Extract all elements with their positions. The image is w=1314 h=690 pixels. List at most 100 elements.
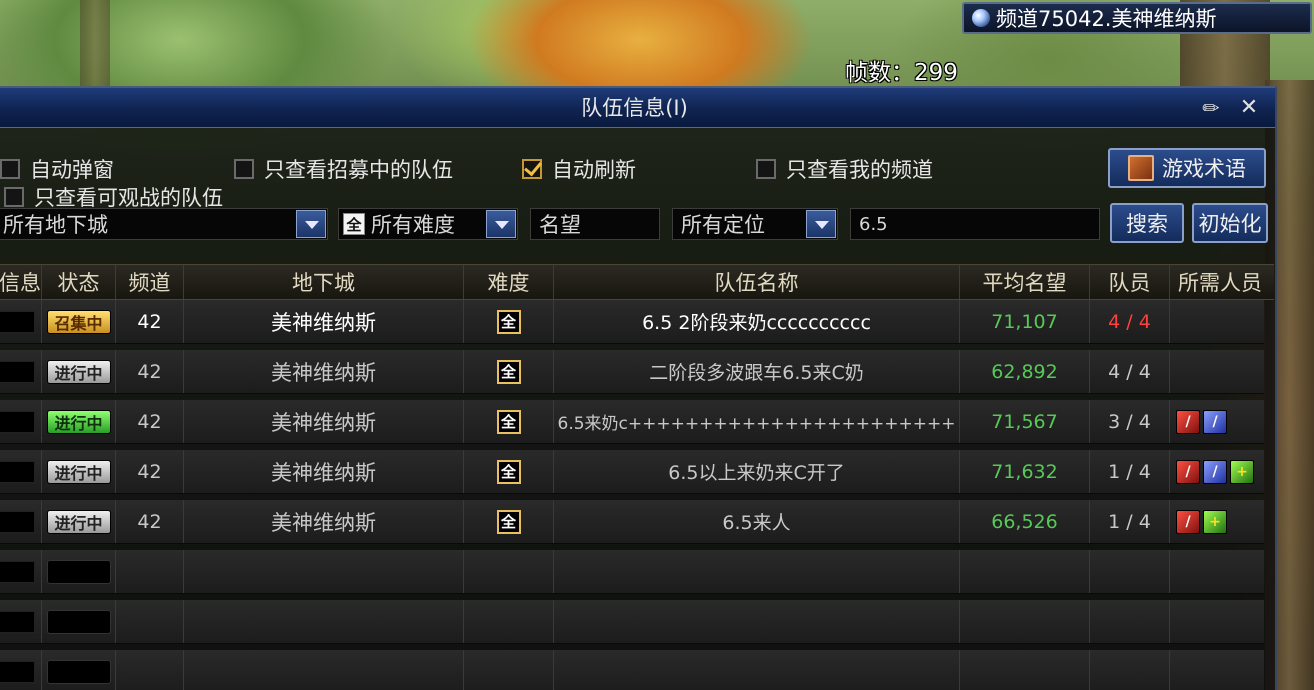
difficulty-all-icon: 全 <box>343 213 365 235</box>
col-required[interactable]: 所需人员 <box>1170 265 1270 299</box>
members-cell: 4 / 4 <box>1090 300 1170 343</box>
difficulty-select[interactable]: 全 所有难度 <box>338 208 518 240</box>
info-slot <box>0 460 35 483</box>
sword-red-icon: / <box>1176 459 1200 484</box>
reputation-cell: 66,526 <box>960 500 1090 543</box>
required-cell: / / <box>1170 400 1264 443</box>
table-header: 信息 状态 频道 地下城 难度 队伍名称 平均名望 队员 所需人员 <box>0 264 1274 300</box>
required-cell <box>1170 300 1264 343</box>
glossary-label: 游戏术语 <box>1162 157 1246 181</box>
status-badge: 进行中 <box>46 359 111 384</box>
status-empty <box>46 559 111 584</box>
dungeon-cell: 美神维纳斯 <box>184 500 464 543</box>
difficulty-all-icon: 全 <box>496 359 521 384</box>
status-badge: 进行中 <box>46 459 111 484</box>
role-select-value: 所有定位 <box>681 213 765 237</box>
sword-red-icon: / <box>1176 409 1200 434</box>
table-row[interactable]: 召集中 42 美神维纳斯 全 6.5 2阶段来奶cccccccccc 71,10… <box>0 300 1264 344</box>
status-empty <box>46 659 111 684</box>
book-icon <box>1128 155 1154 181</box>
table-row[interactable]: 进行中 42 美神维纳斯 全 6.5以上来奶来C开了 71,632 1 / 4 … <box>0 450 1264 494</box>
sword-blue-icon: / <box>1203 409 1227 434</box>
info-slot <box>0 310 35 333</box>
sword-red-icon: / <box>1176 509 1200 534</box>
difficulty-all-icon: 全 <box>496 409 521 434</box>
difficulty-all-icon: 全 <box>496 509 521 534</box>
table-row[interactable]: 进行中 42 美神维纳斯 全 6.5来奶c+++++++++++++++++++… <box>0 400 1264 444</box>
reputation-cell: 71,632 <box>960 450 1090 493</box>
empty-row <box>0 600 1264 644</box>
col-avg-reputation[interactable]: 平均名望 <box>960 265 1090 299</box>
auto-refresh-label: 自动刷新 <box>552 158 636 182</box>
channel-indicator[interactable]: 频道75042.美神维纳斯 <box>962 2 1312 34</box>
window-title-bar[interactable]: 队伍信息(I) ✎ ✕ <box>0 88 1275 128</box>
checkbox-box[interactable] <box>756 159 776 179</box>
keyword-input[interactable]: 6.5 <box>850 208 1100 240</box>
empty-row <box>0 550 1264 594</box>
status-badge: 召集中 <box>46 309 111 334</box>
dungeon-cell: 美神维纳斯 <box>184 350 464 393</box>
party-name-cell: 6.5以上来奶来C开了 <box>554 450 960 493</box>
auto-popup-checkbox[interactable]: 自动弹窗 <box>0 154 114 184</box>
reputation-placeholder: 名望 <box>539 213 581 237</box>
col-status[interactable]: 状态 <box>42 265 116 299</box>
status-empty <box>46 609 111 634</box>
sword-blue-icon: / <box>1203 459 1227 484</box>
cross-green-icon: + <box>1230 459 1254 484</box>
chevron-down-icon[interactable] <box>806 210 836 238</box>
auto-popup-label: 自动弹窗 <box>30 158 114 182</box>
channel-cell: 42 <box>116 450 184 493</box>
only-my-channel-label: 只查看我的频道 <box>786 158 933 182</box>
required-cell: / + <box>1170 500 1264 543</box>
chevron-down-icon[interactable] <box>486 210 516 238</box>
info-slot <box>0 410 35 433</box>
reputation-input[interactable]: 名望 <box>530 208 660 240</box>
search-button[interactable]: 搜索 <box>1110 203 1184 243</box>
info-slot <box>0 610 35 633</box>
reset-button[interactable]: 初始化 <box>1192 203 1268 243</box>
checkbox-box[interactable] <box>0 159 20 179</box>
glossary-button[interactable]: 游戏术语 <box>1108 148 1266 188</box>
table-row[interactable]: 进行中 42 美神维纳斯 全 6.5来人 66,526 1 / 4 / + <box>0 500 1264 544</box>
auto-refresh-checkbox[interactable]: 自动刷新 <box>522 154 636 184</box>
channel-name: 频道75042.美神维纳斯 <box>996 7 1217 31</box>
dungeon-cell: 美神维纳斯 <box>184 400 464 443</box>
fps-counter: 帧数：299 <box>845 60 958 86</box>
cross-green-icon: + <box>1203 509 1227 534</box>
window-title: 队伍信息(I) <box>581 96 688 120</box>
close-icon[interactable]: ✕ <box>1237 96 1261 120</box>
chevron-down-icon[interactable] <box>296 210 326 238</box>
only-recruiting-checkbox[interactable]: 只查看招募中的队伍 <box>234 154 453 184</box>
channel-cell: 42 <box>116 400 184 443</box>
channel-orb-icon <box>972 9 990 27</box>
col-channel[interactable]: 频道 <box>116 265 184 299</box>
checkbox-box[interactable] <box>234 159 254 179</box>
dungeon-select[interactable]: 所有地下城 <box>0 208 328 240</box>
channel-cell: 42 <box>116 350 184 393</box>
role-select[interactable]: 所有定位 <box>672 208 838 240</box>
checkbox-checked[interactable] <box>522 159 542 179</box>
reputation-cell: 62,892 <box>960 350 1090 393</box>
members-cell: 1 / 4 <box>1090 500 1170 543</box>
col-difficulty[interactable]: 难度 <box>464 265 554 299</box>
col-party-name[interactable]: 队伍名称 <box>554 265 960 299</box>
members-cell: 4 / 4 <box>1090 350 1170 393</box>
col-members[interactable]: 队员 <box>1090 265 1170 299</box>
reputation-cell: 71,107 <box>960 300 1090 343</box>
table-row[interactable]: 进行中 42 美神维纳斯 全 二阶段多波跟车6.5来C奶 62,892 4 / … <box>0 350 1264 394</box>
status-badge: 进行中 <box>46 509 111 534</box>
channel-cell: 42 <box>116 500 184 543</box>
required-cell: / / + <box>1170 450 1264 493</box>
members-cell: 1 / 4 <box>1090 450 1170 493</box>
only-my-channel-checkbox[interactable]: 只查看我的频道 <box>756 154 933 184</box>
pin-icon[interactable]: ✎ <box>1194 91 1228 125</box>
status-badge: 进行中 <box>46 409 111 434</box>
col-dungeon[interactable]: 地下城 <box>184 265 464 299</box>
party-name-cell: 二阶段多波跟车6.5来C奶 <box>554 350 960 393</box>
reputation-cell: 71,567 <box>960 400 1090 443</box>
dungeon-cell: 美神维纳斯 <box>184 450 464 493</box>
party-info-window: 队伍信息(I) ✎ ✕ 自动弹窗 只查看招募中的队伍 自动刷新 只查看我的频道 … <box>0 86 1277 690</box>
checkbox-box[interactable] <box>4 187 24 207</box>
col-info[interactable]: 信息 <box>0 265 42 299</box>
info-slot <box>0 510 35 533</box>
